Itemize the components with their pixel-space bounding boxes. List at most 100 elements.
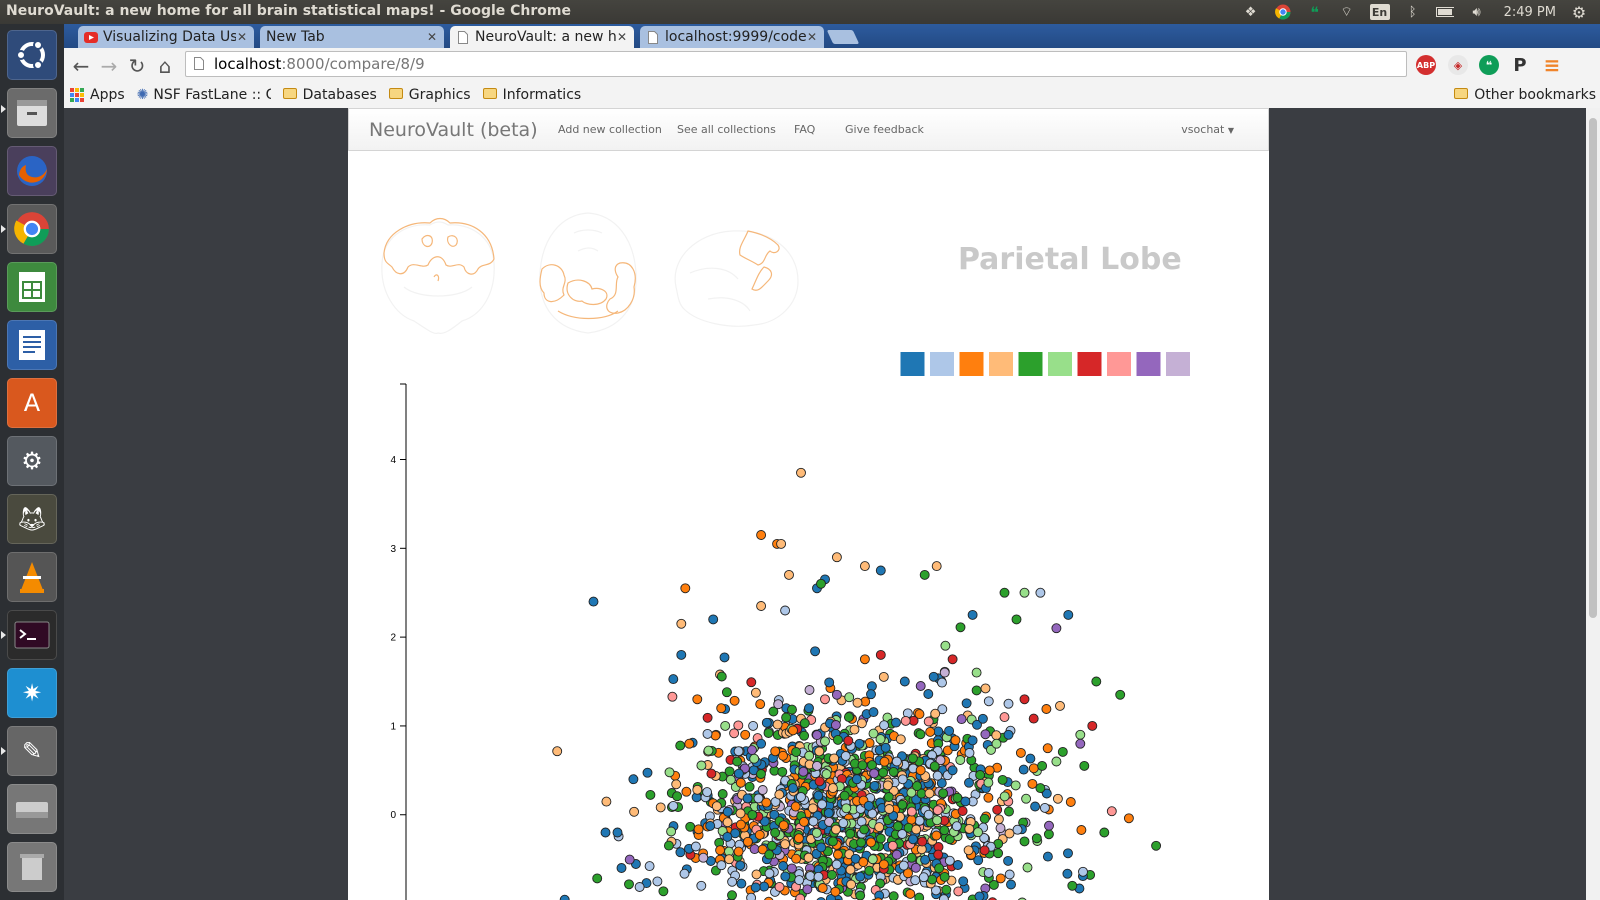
- y-tick-label: 1: [390, 721, 396, 732]
- settings-gear-icon[interactable]: ⚙: [1570, 3, 1588, 22]
- files-app-icon[interactable]: [7, 88, 57, 138]
- scatter-point: [1003, 855, 1014, 866]
- bluetooth-icon[interactable]: ᛒ: [1404, 4, 1422, 20]
- tab-neurovault[interactable]: NeuroVault: a new h ✕: [450, 26, 634, 48]
- bookmark-folder-databases[interactable]: Databases: [282, 87, 377, 103]
- scatter-point: [799, 730, 810, 741]
- scatter-point: [869, 780, 880, 791]
- tab-localhost-9999[interactable]: localhost:9999/code ✕: [640, 26, 824, 48]
- wifi-icon[interactable]: ⌔: [1338, 4, 1356, 20]
- forward-button[interactable]: →: [96, 53, 122, 79]
- scatter-point: [592, 873, 603, 884]
- scatter-point: [616, 863, 627, 873]
- legend-swatch[interactable]: [1048, 352, 1072, 376]
- scatter-point: [827, 783, 838, 794]
- hangouts-extension-icon[interactable]: ❝: [1479, 55, 1499, 75]
- close-tab-icon[interactable]: ✕: [806, 30, 818, 44]
- scatter-point: [979, 813, 990, 824]
- legend-swatch[interactable]: [1107, 352, 1131, 376]
- legend-swatch[interactable]: [1136, 352, 1161, 376]
- chrome-launcher-icon[interactable]: [7, 204, 57, 254]
- firefox-icon[interactable]: [7, 146, 57, 196]
- scrollbar-thumb[interactable]: [1589, 118, 1597, 618]
- bookmark-apps[interactable]: Apps: [70, 87, 125, 103]
- scatter-point: [634, 882, 645, 892]
- y-tick-label: 0: [390, 810, 396, 821]
- home-button[interactable]: ⌂: [152, 53, 178, 79]
- user-menu[interactable]: vsochat ▼: [1181, 123, 1234, 136]
- dropbox-icon[interactable]: ❖: [1242, 4, 1260, 20]
- disk-drive-icon[interactable]: [7, 784, 57, 834]
- software-center-icon[interactable]: A: [7, 378, 57, 428]
- chrome-tray-icon[interactable]: [1274, 4, 1292, 20]
- nav-faq[interactable]: FAQ: [794, 123, 815, 136]
- bookmark-folder-informatics[interactable]: Informatics: [482, 87, 581, 103]
- address-bar[interactable]: localhost:8000/compare/8/9 ☆: [185, 51, 1436, 77]
- new-tab-button[interactable]: [826, 30, 860, 44]
- scatter-point: [692, 694, 703, 705]
- scatter-point: [747, 745, 757, 756]
- scatter-point: [798, 766, 809, 777]
- scatter-point: [845, 828, 856, 839]
- hangouts-tray-icon[interactable]: ❝: [1306, 3, 1324, 22]
- back-button[interactable]: ←: [68, 53, 94, 79]
- scatter-point: [992, 804, 1003, 815]
- legend-swatch[interactable]: [959, 352, 984, 376]
- scatter-point: [925, 726, 936, 737]
- legend-swatch[interactable]: [1077, 352, 1102, 376]
- bookmark-nsf-fastlane[interactable]: ✺ NSF FastLane :: G: [137, 87, 271, 103]
- terminal-icon[interactable]: [7, 610, 57, 660]
- volume-icon[interactable]: 🔊︎: [1468, 4, 1486, 20]
- pinterest-extension-icon[interactable]: P: [1510, 55, 1530, 76]
- chrome-menu-icon[interactable]: ≡: [1542, 53, 1562, 77]
- scatter-point: [813, 790, 824, 801]
- scatter-point: [1003, 698, 1014, 709]
- adblock-plus-icon[interactable]: ABP: [1416, 55, 1436, 75]
- trash-icon[interactable]: [7, 842, 57, 892]
- tab-visualizing-data[interactable]: Visualizing Data Usi ✕: [78, 26, 254, 48]
- spreadsheet-icon[interactable]: [7, 262, 57, 312]
- splash-app-icon[interactable]: ✷: [7, 668, 57, 718]
- nav-give-feedback[interactable]: Give feedback: [845, 123, 924, 136]
- text-editor-icon[interactable]: ✎: [7, 726, 57, 776]
- scatter-point: [645, 789, 656, 800]
- writer-document-icon[interactable]: [7, 320, 57, 370]
- neurovault-page: NeuroVault (beta) Add new collection See…: [348, 108, 1269, 900]
- legend-swatch[interactable]: [930, 352, 954, 376]
- scatter-point: [1055, 700, 1065, 711]
- scatter-point: [668, 674, 679, 685]
- nav-add-new-collection[interactable]: Add new collection: [558, 123, 662, 136]
- clock[interactable]: 2:49 PM: [1504, 5, 1556, 20]
- scatter-point: [733, 768, 744, 779]
- legend-swatch[interactable]: [989, 352, 1013, 376]
- scatter-point: [1063, 609, 1074, 620]
- scatter-point: [908, 834, 918, 845]
- vlc-icon[interactable]: [7, 552, 57, 602]
- close-tab-icon[interactable]: ✕: [616, 30, 628, 44]
- scatter-point: [944, 725, 955, 736]
- ubuntu-logo-icon[interactable]: [7, 30, 57, 80]
- scatter-point: [857, 760, 868, 771]
- scatter-point: [735, 860, 746, 871]
- gimp-icon[interactable]: 🦊︎: [7, 494, 57, 544]
- nav-see-all-collections[interactable]: See all collections: [677, 123, 776, 136]
- close-tab-icon[interactable]: ✕: [426, 30, 438, 44]
- scatter-point: [681, 786, 692, 797]
- close-tab-icon[interactable]: ✕: [236, 30, 248, 44]
- legend-swatch[interactable]: [900, 352, 925, 376]
- keyboard-layout-indicator[interactable]: En: [1369, 4, 1390, 20]
- shield-extension-icon[interactable]: ◈: [1448, 55, 1468, 75]
- tab-new-tab[interactable]: New Tab ✕: [260, 26, 444, 48]
- vertical-scrollbar[interactable]: [1586, 108, 1600, 900]
- legend-swatch[interactable]: [1018, 352, 1043, 376]
- scatter-point: [910, 875, 921, 886]
- bookmark-other-bookmarks[interactable]: Other bookmarks: [1454, 87, 1596, 103]
- battery-icon[interactable]: [1435, 4, 1454, 20]
- site-brand[interactable]: NeuroVault (beta): [369, 119, 538, 141]
- scatter-point: [668, 800, 679, 811]
- reload-button[interactable]: ↻: [124, 53, 150, 79]
- legend-swatch[interactable]: [1166, 352, 1190, 376]
- bookmark-folder-graphics[interactable]: Graphics: [388, 87, 471, 103]
- system-settings-icon[interactable]: ⚙: [7, 436, 57, 486]
- scatter-point: [786, 863, 797, 874]
